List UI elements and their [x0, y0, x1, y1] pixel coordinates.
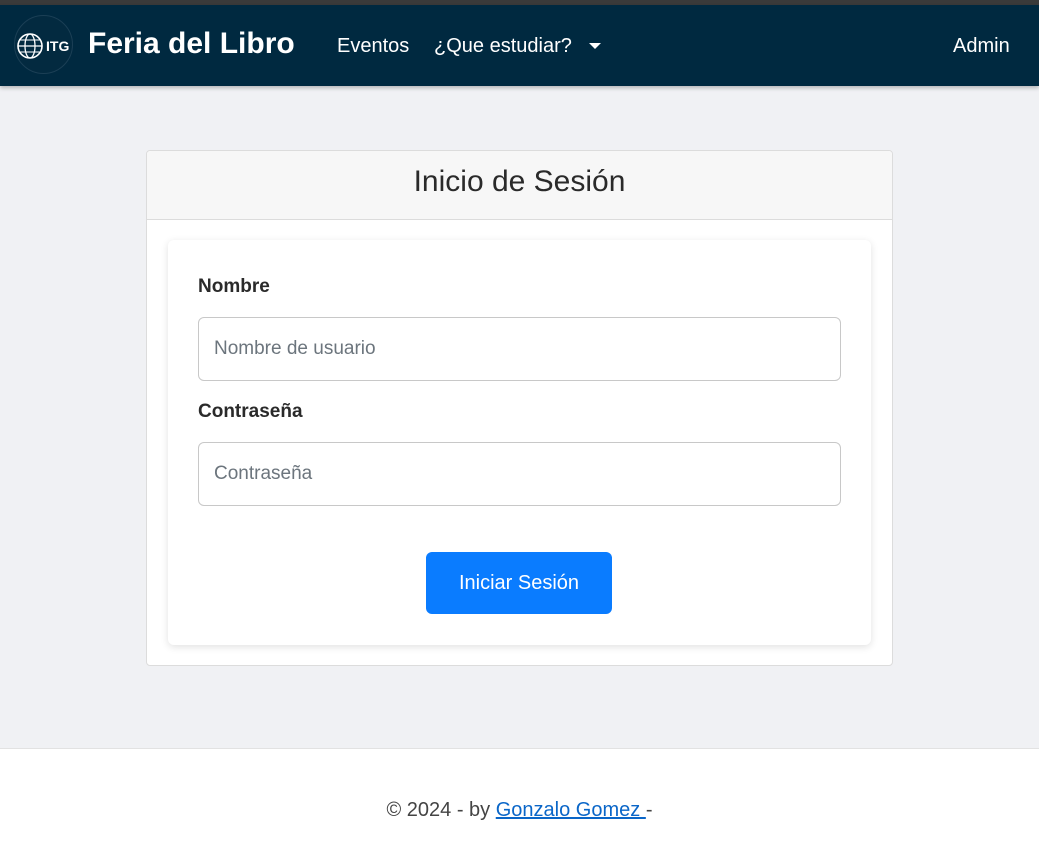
nav-dropdown-que-estudiar[interactable]: ¿Que estudiar?	[434, 34, 572, 58]
username-label: Nombre	[198, 276, 270, 297]
brand-title[interactable]: Feria del Libro	[88, 26, 295, 62]
navbar: ITG Feria del Libro Eventos ¿Que estudia…	[0, 5, 1039, 86]
password-label: Contraseña	[198, 401, 303, 422]
login-form: Nombre Contraseña Iniciar Sesión	[168, 240, 871, 645]
footer: © 2024 - by Gonzalo Gomez -	[0, 748, 1039, 850]
author-link[interactable]: Gonzalo Gomez	[496, 799, 646, 821]
nav-link-eventos[interactable]: Eventos	[337, 34, 409, 58]
login-card: Inicio de Sesión Nombre Contraseña Inici…	[146, 150, 893, 666]
footer-suffix: -	[645, 799, 653, 821]
caret-down-icon[interactable]	[589, 43, 601, 49]
password-input[interactable]	[198, 442, 841, 506]
username-input[interactable]	[198, 317, 841, 381]
login-button[interactable]: Iniciar Sesión	[426, 552, 612, 614]
footer-prefix: © 2024 - by	[386, 799, 496, 821]
globe-icon: ITG	[17, 33, 69, 59]
page-title: Inicio de Sesión	[413, 165, 626, 198]
itg-logo[interactable]: ITG	[14, 15, 73, 74]
footer-copyright: © 2024 - by Gonzalo Gomez -	[0, 798, 1039, 822]
nav-link-admin[interactable]: Admin	[953, 34, 1010, 58]
logo-text: ITG	[46, 38, 69, 54]
login-card-header: Inicio de Sesión	[147, 151, 892, 220]
